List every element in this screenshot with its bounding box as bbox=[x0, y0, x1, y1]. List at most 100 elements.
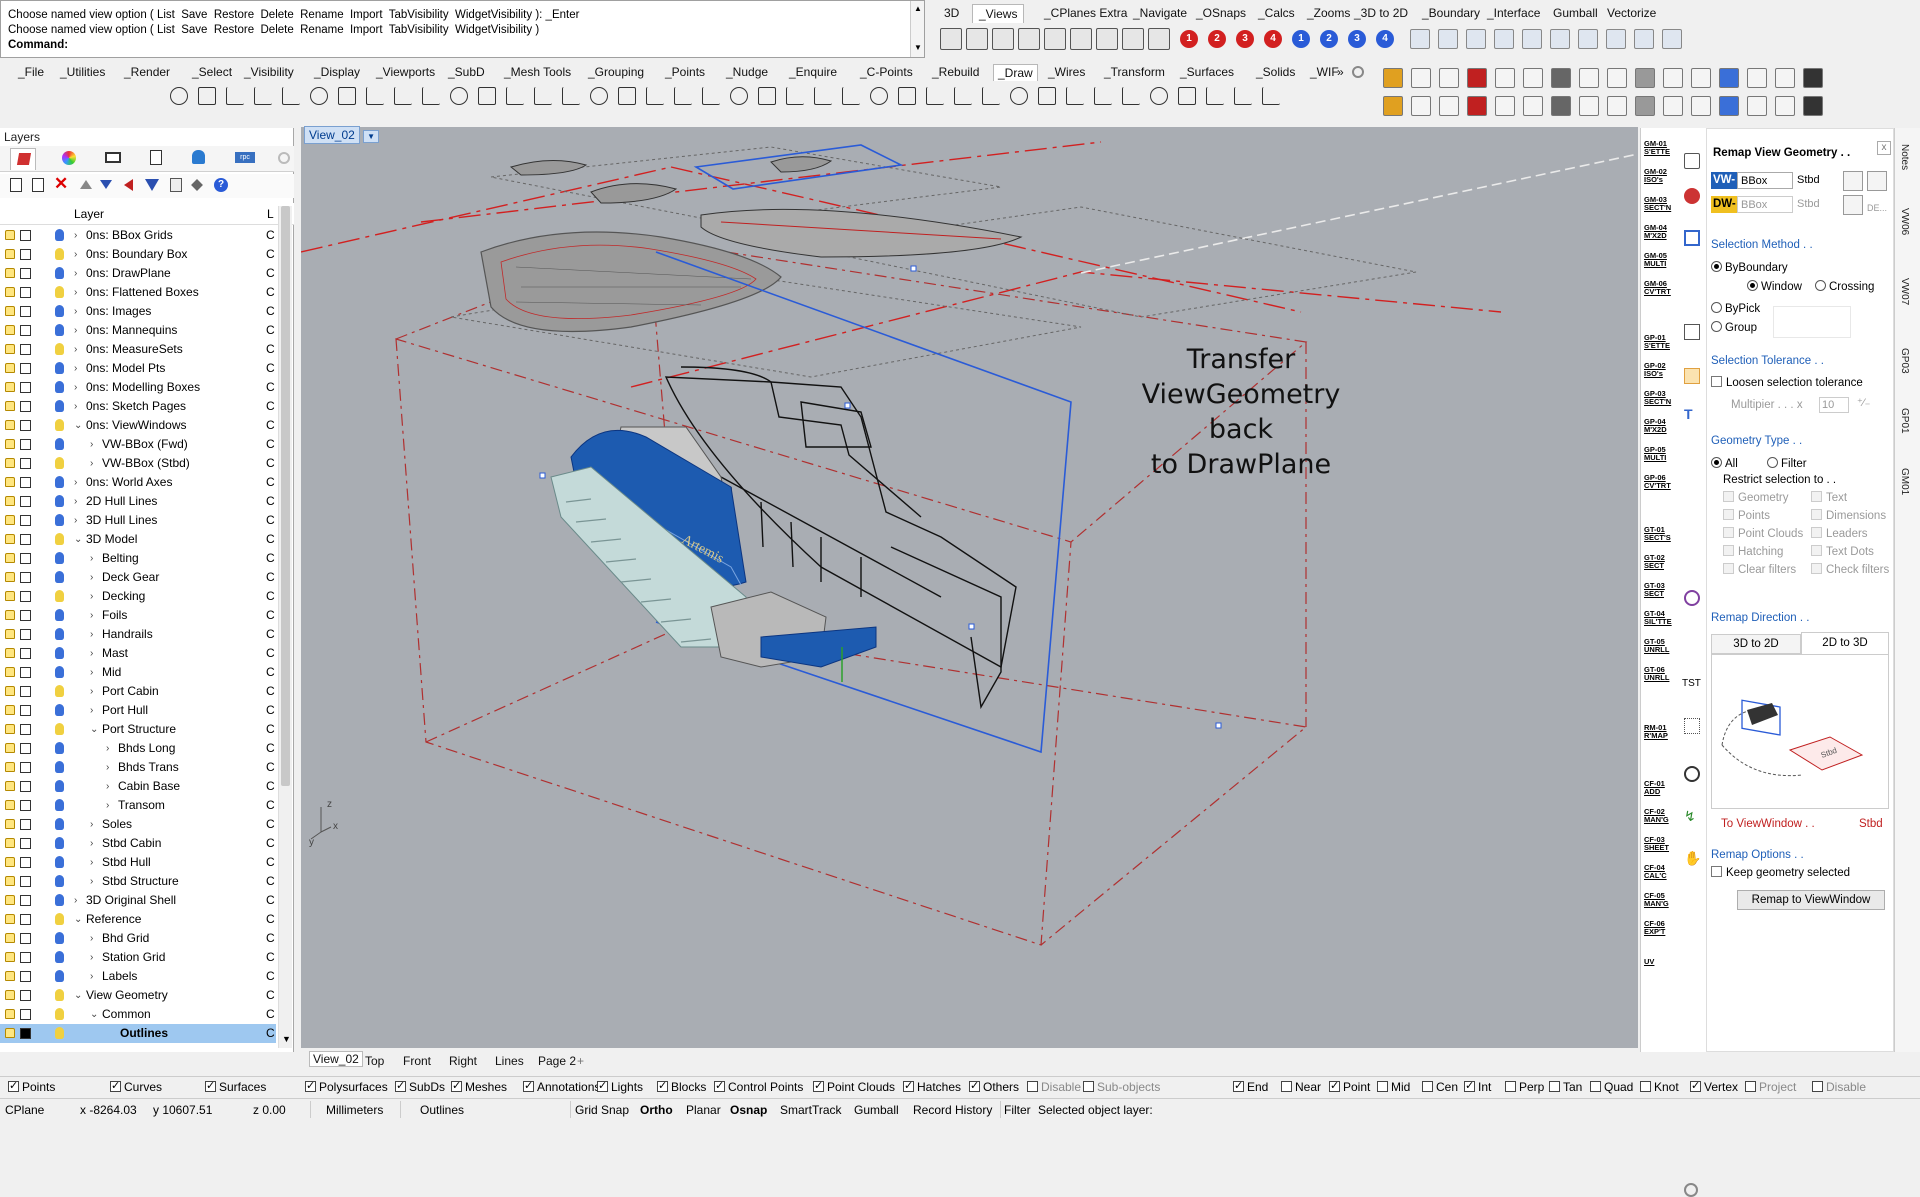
radio-all[interactable]: All bbox=[1711, 457, 1738, 470]
layer-row[interactable]: › Stbd Hull C bbox=[0, 853, 276, 872]
view-tool-icon[interactable] bbox=[1070, 28, 1092, 50]
chevron-right-icon[interactable]: › bbox=[106, 758, 109, 777]
draw-tool-icon[interactable] bbox=[674, 87, 692, 105]
checkbox-type[interactable]: Text Dots bbox=[1811, 545, 1874, 558]
right-tool-icon[interactable] bbox=[1495, 96, 1515, 116]
layer-row[interactable]: ⌄ Port Structure C bbox=[0, 720, 276, 739]
layer-row[interactable]: › Cabin Base C bbox=[0, 777, 276, 796]
layer-visibility-checkbox[interactable] bbox=[20, 591, 31, 602]
light-bulb-icon[interactable] bbox=[55, 229, 64, 241]
right-tool-icon[interactable] bbox=[1467, 68, 1487, 88]
macro-gt-03[interactable]: GT-03 SECT bbox=[1644, 582, 1670, 598]
lock-icon[interactable] bbox=[5, 268, 15, 278]
layer-row[interactable]: › 0ns: Model Pts C bbox=[0, 359, 276, 378]
light-bulb-icon[interactable] bbox=[55, 780, 64, 792]
draw-tool-icon[interactable] bbox=[1122, 87, 1140, 105]
layer-visibility-checkbox[interactable] bbox=[20, 990, 31, 1001]
layer-visibility-checkbox[interactable] bbox=[20, 838, 31, 849]
view-extra-icon[interactable] bbox=[1438, 29, 1458, 49]
tab--rebuild[interactable]: _Rebuild bbox=[928, 64, 983, 80]
draw-tool-icon[interactable] bbox=[926, 87, 944, 105]
compass-icon[interactable] bbox=[1684, 766, 1700, 782]
scrollbar-thumb[interactable] bbox=[281, 206, 290, 786]
right-tool-icon[interactable] bbox=[1747, 68, 1767, 88]
draw-tool-icon[interactable] bbox=[170, 87, 188, 105]
right-tool-icon[interactable] bbox=[1551, 68, 1571, 88]
layer-visibility-checkbox[interactable] bbox=[20, 629, 31, 640]
draw-tool-icon[interactable] bbox=[1066, 87, 1084, 105]
draw-tool-icon[interactable] bbox=[338, 87, 356, 105]
lock-icon[interactable] bbox=[5, 230, 15, 240]
light-bulb-icon[interactable] bbox=[55, 628, 64, 640]
draw-tool-icon[interactable] bbox=[842, 87, 860, 105]
chevron-right-icon[interactable]: › bbox=[90, 663, 93, 682]
tab-properties[interactable] bbox=[150, 150, 162, 165]
right-tool-icon[interactable] bbox=[1551, 96, 1571, 116]
draw-tool-icon[interactable] bbox=[562, 87, 580, 105]
layer-visibility-checkbox[interactable] bbox=[20, 933, 31, 944]
view-number-icon[interactable]: 1 bbox=[1292, 30, 1310, 48]
scroll-down-icon[interactable]: ▼ bbox=[282, 1034, 291, 1044]
osnap-point[interactable]: Point bbox=[1329, 1079, 1370, 1094]
view-number-icon[interactable]: 3 bbox=[1348, 30, 1366, 48]
lock-icon[interactable] bbox=[5, 610, 15, 620]
layer-row[interactable]: › Station Grid C bbox=[0, 948, 276, 967]
osnap-filter-sub-objects[interactable]: Sub-objects bbox=[1083, 1080, 1160, 1094]
chevron-right-icon[interactable]: › bbox=[90, 853, 93, 872]
chevron-right-icon[interactable]: › bbox=[90, 815, 93, 834]
macro-gp-05[interactable]: GP-05 MULTI bbox=[1644, 446, 1670, 462]
tab--views[interactable]: _Views bbox=[972, 4, 1025, 23]
chevron-right-icon[interactable]: › bbox=[74, 378, 77, 397]
chevron-right-icon[interactable]: › bbox=[90, 872, 93, 891]
lock-icon[interactable] bbox=[5, 439, 15, 449]
layer-row[interactable]: › Stbd Cabin C bbox=[0, 834, 276, 853]
side-tab-gp01[interactable]: GP01 bbox=[1899, 408, 1910, 434]
side-tab-vw07[interactable]: VW07 bbox=[1899, 278, 1910, 305]
layer-visibility-checkbox[interactable] bbox=[20, 382, 31, 393]
chevron-right-icon[interactable]: › bbox=[90, 701, 93, 720]
layer-visibility-checkbox[interactable] bbox=[20, 781, 31, 792]
light-bulb-icon[interactable] bbox=[55, 647, 64, 659]
draw-tool-icon[interactable] bbox=[954, 87, 972, 105]
radio-window[interactable]: Window bbox=[1747, 280, 1802, 293]
viewport-view02[interactable]: Artemis z y x Transfer ViewGeometry back… bbox=[301, 127, 1638, 1048]
layer-row[interactable]: ⌄ Common C bbox=[0, 1005, 276, 1024]
layer-row[interactable]: › 0ns: Boundary Box C bbox=[0, 245, 276, 264]
layer-row[interactable]: › Stbd Structure C bbox=[0, 872, 276, 891]
draw-tool-icon[interactable] bbox=[870, 87, 888, 105]
draw-tool-icon[interactable] bbox=[366, 87, 384, 105]
draw-tool-icon[interactable] bbox=[814, 87, 832, 105]
chevron-right-icon[interactable]: › bbox=[90, 682, 93, 701]
osnap-filter-control-points[interactable]: Control Points bbox=[714, 1079, 803, 1094]
chevron-down-icon[interactable]: ⌄ bbox=[90, 720, 98, 739]
tab-materials[interactable] bbox=[62, 151, 76, 165]
macro-gp-02[interactable]: GP-02 ISO's bbox=[1644, 362, 1670, 378]
layer-visibility-checkbox[interactable] bbox=[20, 230, 31, 241]
tab--calcs[interactable]: _Calcs bbox=[1252, 4, 1301, 22]
status-toggle-filter[interactable]: Filter bbox=[1004, 1103, 1031, 1117]
layer-row[interactable]: › VW-BBox (Fwd) C bbox=[0, 435, 276, 454]
right-tool-icon[interactable] bbox=[1383, 96, 1403, 116]
layer-row[interactable]: › 0ns: Sketch Pages C bbox=[0, 397, 276, 416]
macro-cf-01[interactable]: CF-01 ADD bbox=[1644, 780, 1670, 796]
layer-row[interactable]: ⌄ View Geometry C bbox=[0, 986, 276, 1005]
draw-tool-icon[interactable] bbox=[590, 87, 608, 105]
tab--render[interactable]: _Render bbox=[120, 64, 174, 80]
lock-icon[interactable] bbox=[5, 325, 15, 335]
layer-row[interactable]: › 0ns: Modelling Boxes C bbox=[0, 378, 276, 397]
tab-notifications[interactable] bbox=[192, 150, 205, 164]
osnap-tan[interactable]: Tan bbox=[1549, 1080, 1582, 1094]
view-extra-icon[interactable] bbox=[1662, 29, 1682, 49]
right-tool-icon[interactable] bbox=[1663, 96, 1683, 116]
lock-icon[interactable] bbox=[5, 990, 15, 1000]
light-bulb-icon[interactable] bbox=[55, 799, 64, 811]
chevron-right-icon[interactable]: › bbox=[74, 473, 77, 492]
tab--c-points[interactable]: _C-Points bbox=[856, 64, 917, 80]
side-tab-notes[interactable]: Notes bbox=[1899, 144, 1910, 170]
grid-icon[interactable] bbox=[1684, 718, 1700, 734]
lock-icon[interactable] bbox=[5, 933, 15, 943]
layer-visibility-checkbox[interactable] bbox=[20, 496, 31, 507]
checkbox-loosen-tolerance[interactable]: Loosen selection tolerance bbox=[1711, 376, 1863, 389]
page-icon[interactable] bbox=[170, 178, 182, 192]
layer-visibility-checkbox[interactable] bbox=[20, 363, 31, 374]
